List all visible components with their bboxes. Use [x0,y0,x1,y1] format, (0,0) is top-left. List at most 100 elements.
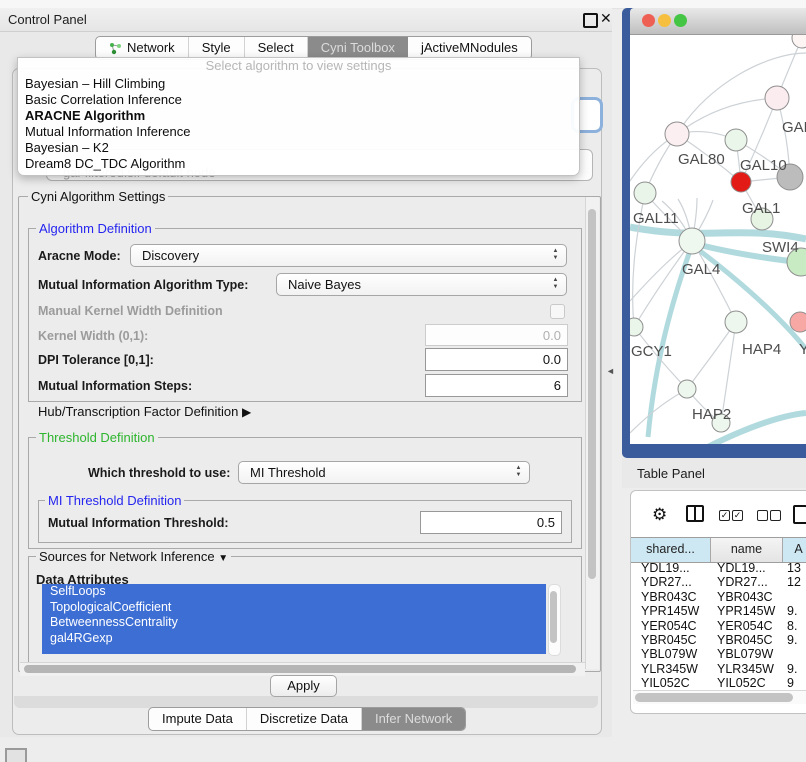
node-gal11[interactable] [634,182,656,204]
table-row[interactable]: YIL052CYIL052C9 [631,676,806,690]
mac-close-icon[interactable] [642,14,655,27]
node[interactable] [792,35,806,48]
table-cell: 12 [783,575,806,589]
corner-widget-icon[interactable] [5,748,27,762]
mi-threshold-field[interactable]: 0.5 [420,511,562,534]
float-window-icon[interactable] [583,13,598,28]
columns-icon[interactable] [686,505,704,522]
tab-select[interactable]: Select [245,37,308,59]
node-gal4[interactable] [679,228,705,254]
network-edge[interactable] [634,241,692,327]
column-header-2[interactable]: name [711,538,783,562]
table-panel-title: Table Panel [637,466,705,481]
dpi-tolerance-field[interactable]: 0.0 [425,348,568,371]
network-edge-thick[interactable] [630,227,806,239]
network-canvas[interactable]: GALGAL80GAL10GAL1GAL11SWI4GAL4GCY1HAP4YH… [630,35,806,444]
node-red[interactable] [731,172,751,192]
mi-type-select[interactable]: Naive Bayes ▲▼ [276,273,567,296]
network-window: GALGAL80GAL10GAL1GAL11SWI4GAL4GCY1HAP4YH… [622,8,806,458]
table-cell: YDR27... [631,575,711,589]
manual-kernel-checkbox[interactable] [550,304,565,319]
algorithm-option[interactable]: Basic Correlation Inference [18,92,579,108]
tab-label: Select [258,37,294,59]
node-gal10[interactable] [725,129,747,151]
table-row[interactable]: YDL19...YDL19...13 [631,561,806,575]
control-panel-title: Control Panel [8,12,87,27]
tab-style[interactable]: Style [189,37,245,59]
tab-jactivemnodules[interactable]: jActiveMNodules [408,37,531,59]
node-gal80[interactable] [665,122,689,146]
which-threshold-value: MI Threshold [250,465,326,480]
tab-impute-data[interactable]: Impute Data [149,708,247,730]
mac-zoom-icon[interactable] [674,14,687,27]
tab-network[interactable]: Network [96,37,189,59]
checked-checkbox-icon[interactable]: ✓ [719,510,730,521]
tab-label: Impute Data [162,708,233,730]
table-row[interactable]: YBR045CYBR045C9. [631,633,806,647]
unchecked-checkbox-icon[interactable] [757,510,768,521]
settings-horizontal-scrollbar[interactable] [20,662,585,676]
table-body: YDL19...YDL19...13YDR27...YDR27...12YBR0… [631,561,806,691]
expander-down-icon: ▼ [218,553,228,564]
algorithm-option[interactable]: ARACNE Algorithm [18,108,579,124]
network-window-titlebar[interactable] [630,8,806,35]
manual-kernel-label: Manual Kernel Width Definition [38,304,223,318]
node-label-gal4: GAL4 [682,261,720,278]
data-attributes-list[interactable]: SelfLoopsTopologicalCoefficientBetweenne… [42,584,546,654]
attribute-list-item[interactable]: BetweennessCentrality [42,615,546,631]
tab-infer-network[interactable]: Infer Network [362,708,465,730]
table-horizontal-scrollbar[interactable] [633,690,806,704]
node-gcy1[interactable] [630,318,643,336]
mi-threshold-label: Mutual Information Threshold: [48,516,229,530]
sources-group-title[interactable]: Sources for Network Inference ▼ [36,549,231,564]
node-gal[interactable] [765,86,789,110]
table-cell: 9 [783,676,806,690]
expander-right-icon: ▶ [242,405,251,419]
mac-minimize-icon[interactable] [658,14,671,27]
table-row[interactable]: YER054CYER054C8. [631,619,806,633]
table-row[interactable]: YLR345WYLR345W9. [631,662,806,676]
algorithm-option[interactable]: Dream8 DC_TDC Algorithm [18,156,579,172]
column-header-3[interactable]: A [783,538,806,562]
which-threshold-select[interactable]: MI Threshold ▲▼ [238,461,530,484]
table-cell: YER054C [631,619,711,633]
dpi-tolerance-label: DPI Tolerance [0,1]: [38,353,154,367]
tab-cyni-toolbox[interactable]: Cyni Toolbox [308,37,408,59]
network-edge[interactable] [687,322,736,389]
gear-icon[interactable]: ⚙ [652,505,667,525]
apply-button[interactable]: Apply [270,675,337,697]
algorithm-popup-placeholder: Select algorithm to view settings [18,58,579,76]
kernel-width-field[interactable]: 0.0 [425,324,568,346]
mi-steps-field[interactable]: 6 [425,374,568,397]
table-row[interactable]: YBL079WYBL079W [631,647,806,661]
table-cell: YBR043C [711,590,783,604]
attributes-list-scrollbar[interactable] [548,584,561,656]
algorithm-option[interactable]: Bayesian – Hill Climbing [18,76,579,92]
node-hap4[interactable] [725,311,747,333]
table-row[interactable]: YBR043CYBR043C [631,590,806,604]
algorithm-option[interactable]: Mutual Information Inference [18,124,579,140]
control-panel-titlebar: Control Panel ✕ [0,8,612,32]
table-row[interactable]: YDR27...YDR27...12 [631,575,806,589]
attribute-list-item[interactable]: TopologicalCoefficient [42,600,546,616]
tab-discretize-data[interactable]: Discretize Data [247,708,362,730]
algorithm-option[interactable]: Bayesian – K2 [18,140,579,156]
network-edge[interactable] [630,389,687,433]
unchecked-checkbox-icon[interactable] [770,510,781,521]
column-header-1[interactable]: shared... [631,538,711,562]
node-salmon[interactable] [790,312,806,332]
table-row[interactable]: YPR145WYPR145W9. [631,604,806,618]
table-cell: 8. [783,619,806,633]
aracne-mode-select[interactable]: Discovery ▲▼ [130,244,567,267]
hub-definition-expander[interactable]: Hub/Transcription Factor Definition ▶ [38,404,251,419]
node-hap2[interactable] [678,380,696,398]
aracne-mode-value: Discovery [142,248,199,263]
settings-vertical-scrollbar[interactable] [585,197,599,669]
document-icon[interactable] [793,505,806,524]
checked-checkbox-icon[interactable]: ✓ [732,510,743,521]
network-edge[interactable] [677,98,777,134]
node-label-gal: GAL [782,119,806,136]
attribute-list-item[interactable]: SelfLoops [42,584,546,600]
attribute-list-item[interactable]: gal4RGexp [42,631,546,647]
close-icon[interactable]: ✕ [600,10,612,27]
